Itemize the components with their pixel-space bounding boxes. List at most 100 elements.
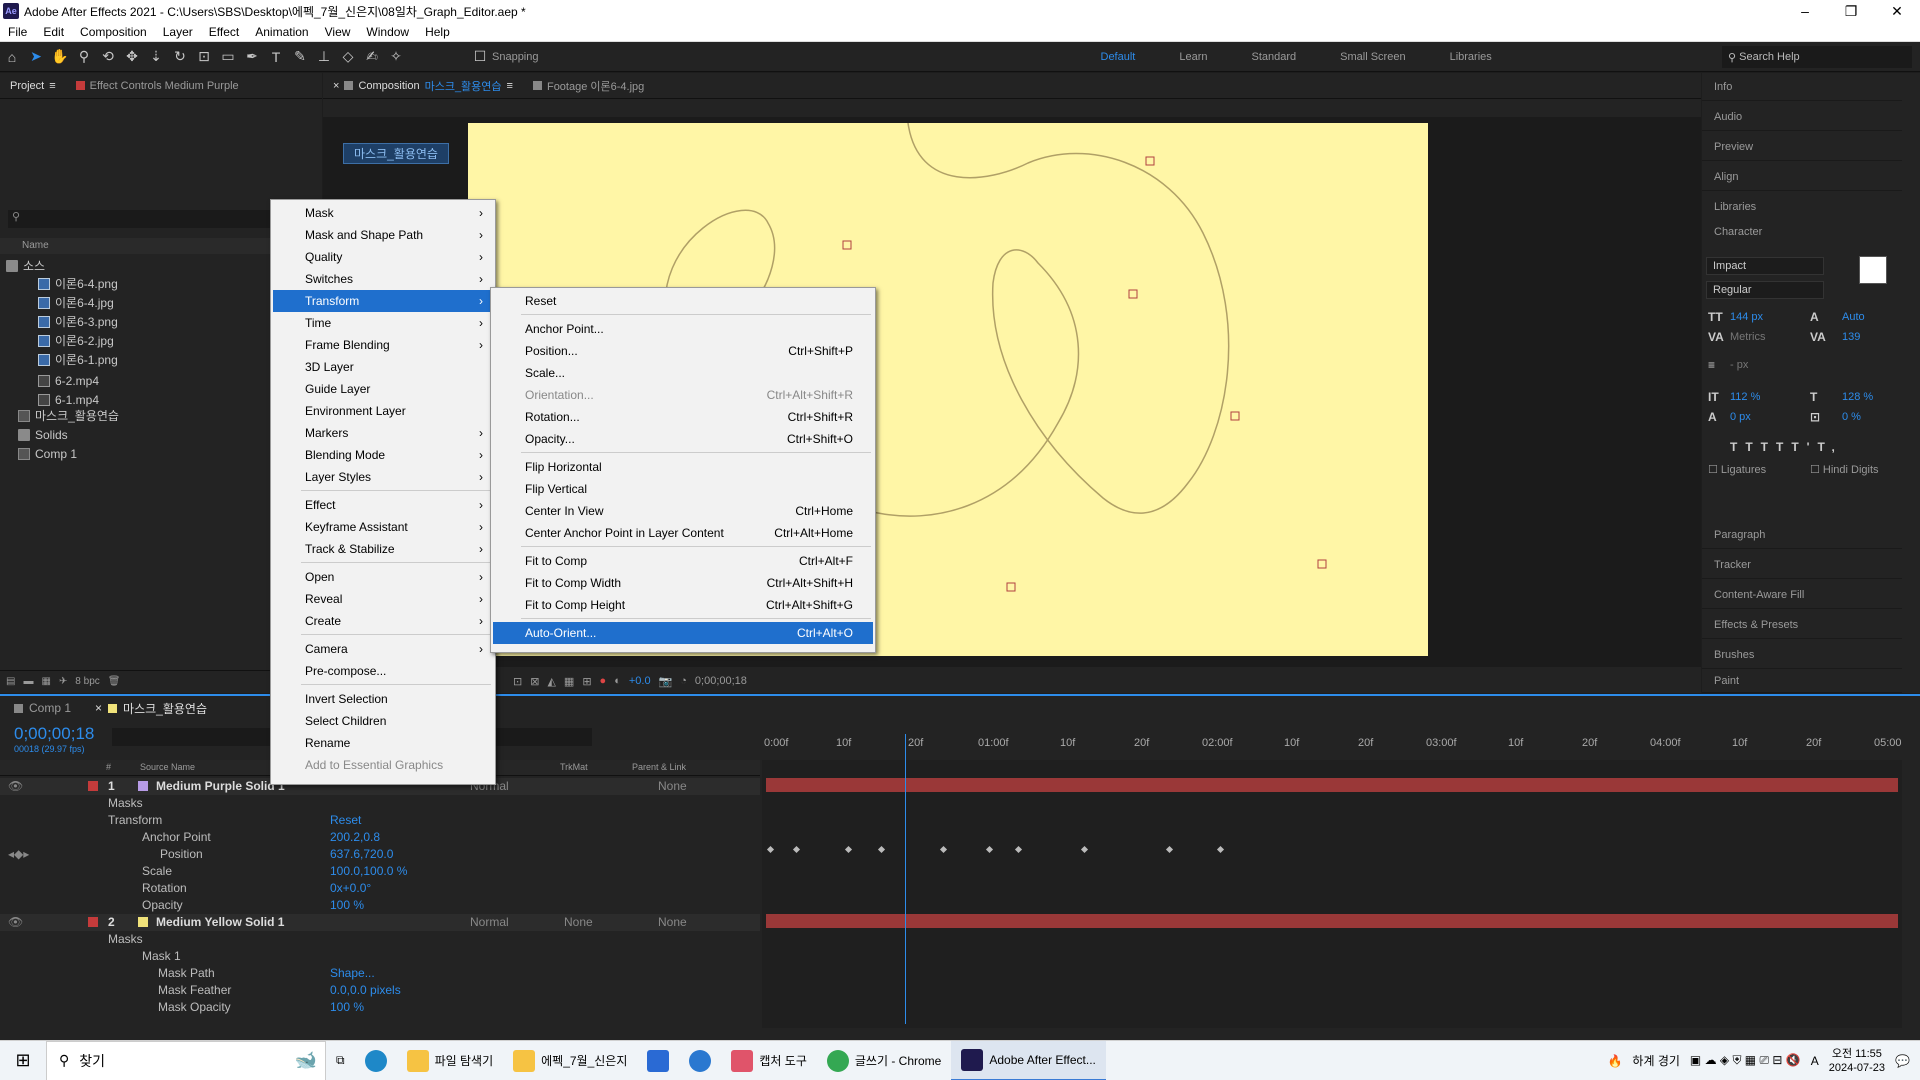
panel-brushes[interactable]: Brushes	[1702, 641, 1902, 669]
notifications-icon[interactable]: 💬	[1895, 1054, 1910, 1068]
comp-timecode[interactable]: 0;00;00;18	[695, 675, 747, 687]
tracking-value[interactable]: 139	[1842, 331, 1860, 343]
taskbar-app-chrome[interactable]: 글쓰기 - Chrome	[817, 1041, 951, 1080]
menu-item-position[interactable]: Position... Ctrl+Shift+P	[493, 340, 873, 362]
layer-parent[interactable]: None	[658, 779, 687, 793]
rotation-tool-icon[interactable]: ↻	[168, 45, 192, 69]
opacity-value[interactable]: 100 %	[330, 898, 364, 912]
tab-composition[interactable]: × Composition 마스크_활용연습 ≡	[323, 78, 523, 94]
menu-item-anchor-point[interactable]: Anchor Point...	[493, 318, 873, 340]
mail-icon[interactable]	[637, 1041, 679, 1080]
timeline-graph[interactable]: 0:00f 10f 20f 01:00f 10f 20f 02:00f 10f …	[762, 720, 1902, 1028]
project-search-input[interactable]: ⚲	[8, 210, 270, 228]
menu-item-fit-to-comp[interactable]: Fit to Comp Ctrl+Alt+F	[493, 550, 873, 572]
show-snapshot-icon[interactable]: ◔	[680, 675, 687, 687]
ligatures-checkbox[interactable]: ☐ Ligatures	[1708, 463, 1766, 476]
exposure-value[interactable]: +0.0	[629, 675, 651, 687]
keyframe[interactable]	[1165, 845, 1174, 854]
list-item[interactable]: 이론6-2.jpg	[0, 331, 270, 350]
list-item[interactable]: Solids	[0, 425, 270, 444]
list-item[interactable]: 이론6-4.jpg	[0, 293, 270, 312]
menu-help[interactable]: Help	[417, 25, 458, 39]
font-style-select[interactable]: Regular	[1706, 281, 1824, 299]
zoom-tool-icon[interactable]: ⚲	[72, 45, 96, 69]
transparency-grid-icon[interactable]: ⊠	[530, 675, 539, 688]
menu-item-invert-selection[interactable]: Invert Selection	[273, 688, 493, 710]
project-col-name[interactable]: Name	[0, 238, 270, 254]
menu-animation[interactable]: Animation	[247, 25, 316, 39]
menu-file[interactable]: File	[0, 25, 35, 39]
layer2-track-bar[interactable]	[766, 914, 1898, 928]
menu-item-fit-comp-height[interactable]: Fit to Comp Height Ctrl+Alt+Shift+G	[493, 594, 873, 616]
search-help-input[interactable]: ⚲ Search Help	[1722, 46, 1912, 68]
task-view-icon[interactable]: ⧉	[326, 1041, 355, 1080]
list-item[interactable]: 이론6-3.png	[0, 312, 270, 331]
hand-tool-icon[interactable]: ✋	[48, 45, 72, 69]
fill-color-swatch[interactable]	[1859, 256, 1887, 284]
menu-item-mask-shape-path[interactable]: Mask and Shape Path ›	[273, 224, 493, 246]
workspace-small-screen[interactable]: Small Screen	[1318, 51, 1427, 63]
keyframe[interactable]	[1216, 845, 1225, 854]
timeline-timecode[interactable]: 0;00;00;18	[14, 724, 94, 744]
menu-item-guide-layer[interactable]: Guide Layer	[273, 378, 493, 400]
menu-item-markers[interactable]: Markers ›	[273, 422, 493, 444]
layer1-track-bar[interactable]	[766, 778, 1898, 792]
label-color-icon[interactable]	[88, 781, 98, 791]
mask-feather-value[interactable]: 0.0,0.0 pixels	[330, 983, 401, 997]
opacity-row[interactable]: Opacity 100 %	[0, 897, 760, 914]
layer-parent[interactable]: None	[658, 915, 687, 929]
workspace-learn[interactable]: Learn	[1157, 51, 1229, 63]
interpret-footage-icon[interactable]: ▤	[6, 676, 15, 687]
panel-paint[interactable]: Paint	[1702, 667, 1902, 693]
taskbar-app-after-effects[interactable]: Adobe After Effect...	[951, 1040, 1106, 1080]
col-parent[interactable]: Parent & Link	[632, 762, 686, 772]
menu-item-opacity[interactable]: Opacity... Ctrl+Shift+O	[493, 428, 873, 450]
anchor-point-value[interactable]: 200.2,0.8	[330, 830, 380, 844]
new-composition-icon[interactable]: ▦	[41, 676, 50, 687]
workspace-default[interactable]: Default	[1079, 51, 1158, 63]
eye-icon[interactable]: 👁	[8, 779, 23, 793]
scale-row[interactable]: Scale 100.0,100.0 %	[0, 863, 760, 880]
keyframe[interactable]	[1014, 845, 1023, 854]
taskbar-app-folder[interactable]: 에펙_7월_신은지	[503, 1041, 637, 1080]
menu-layer[interactable]: Layer	[155, 25, 201, 39]
brush-tool-icon[interactable]: ✎	[288, 45, 312, 69]
menu-item-fit-comp-width[interactable]: Fit to Comp Width Ctrl+Alt+Shift+H	[493, 572, 873, 594]
baseline-shift-value[interactable]: 0 px	[1730, 411, 1751, 423]
hindi-digits-checkbox[interactable]: ☐ Hindi Digits	[1810, 463, 1879, 476]
mask-path-value[interactable]: Shape...	[330, 966, 375, 980]
path-keyframe[interactable]	[1006, 582, 1016, 592]
new-folder-icon[interactable]: ▬	[23, 676, 33, 687]
path-keyframe[interactable]	[842, 240, 852, 250]
tab-footage[interactable]: Footage 이론6-4.jpg	[523, 78, 654, 94]
layer-name[interactable]: Medium Yellow Solid 1	[156, 915, 284, 929]
ime-indicator[interactable]: A	[1811, 1054, 1819, 1068]
menu-item-center-in-view[interactable]: Center In View Ctrl+Home	[493, 500, 873, 522]
menu-item-frame-blending[interactable]: Frame Blending ›	[273, 334, 493, 356]
time-ruler[interactable]: 0:00f 10f 20f 01:00f 10f 20f 02:00f 10f …	[762, 720, 1902, 760]
keyframe[interactable]	[939, 845, 948, 854]
workspace-standard[interactable]: Standard	[1230, 51, 1319, 63]
layer-mode[interactable]: Normal	[470, 915, 509, 929]
scale-value[interactable]: 100.0,100.0 %	[330, 864, 407, 878]
text-style-buttons-icon[interactable]: TTTTT'T,	[1730, 440, 1843, 454]
layer-trkmat[interactable]: None	[564, 915, 593, 929]
workspace-libraries[interactable]: Libraries	[1428, 51, 1514, 63]
dolly-camera-icon[interactable]: ⇣	[144, 45, 168, 69]
maximize-button[interactable]: ❐	[1828, 3, 1874, 20]
tab-comp1[interactable]: Comp 1	[0, 701, 85, 715]
rectangle-tool-icon[interactable]: ▭	[216, 45, 240, 69]
clone-stamp-icon[interactable]: ⊥	[312, 45, 336, 69]
mask-opacity-row[interactable]: Mask Opacity 100 %	[0, 999, 760, 1016]
position-row[interactable]: ◂◆▸ Position 637.6,720.0	[0, 846, 760, 863]
keyframe[interactable]	[766, 845, 775, 854]
keyframe-nav-icon[interactable]: ◂◆▸	[8, 847, 29, 861]
menu-item-quality[interactable]: Quality ›	[273, 246, 493, 268]
anchor-point-row[interactable]: Anchor Point 200.2,0.8	[0, 829, 760, 846]
masks-group[interactable]: Masks	[0, 795, 760, 812]
mask-path-row[interactable]: Mask Path Shape...	[0, 965, 760, 982]
puppet-tool-icon[interactable]: ✧	[384, 45, 408, 69]
menu-item-center-anchor[interactable]: Center Anchor Point in Layer Content Ctrl…	[493, 522, 873, 544]
taskbar-search-input[interactable]: ⚲ 찾기 🐋	[46, 1040, 326, 1080]
position-value[interactable]: 637.6,720.0	[330, 847, 393, 861]
